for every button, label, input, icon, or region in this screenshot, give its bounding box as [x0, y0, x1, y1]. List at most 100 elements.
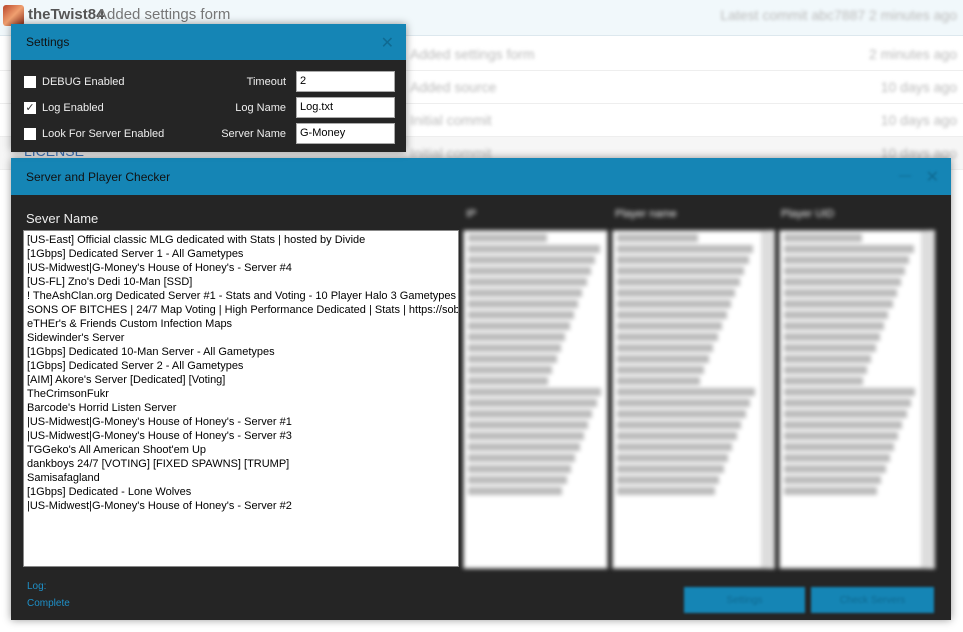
log-enabled-label: Log Enabled: [42, 102, 104, 114]
settings-button[interactable]: Settings: [684, 587, 805, 613]
close-icon[interactable]: ✕: [381, 33, 394, 53]
blurred-list-item: [784, 245, 914, 253]
player-uid-header: Player UID: [781, 208, 835, 220]
server-list-item[interactable]: eTHEr's & Friends Custom Infection Maps: [27, 317, 455, 331]
blurred-list-item: [617, 333, 718, 341]
blurred-list-item: [617, 476, 720, 484]
blurred-list-item: [784, 366, 868, 374]
blurred-list-item: [784, 289, 897, 297]
log-enabled-checkbox[interactable]: ✓: [24, 102, 36, 114]
look-for-server-label: Look For Server Enabled: [42, 128, 165, 140]
player-name-list[interactable]: [612, 230, 775, 569]
server-list-item[interactable]: [1Gbps] Dedicated Server 1 - All Gametyp…: [27, 247, 455, 261]
server-list-item[interactable]: Samisafagland: [27, 471, 455, 485]
blurred-list-item: [784, 256, 910, 264]
checker-window: Server and Player Checker — ✕ Sever Name…: [11, 158, 951, 620]
settings-window: Settings ✕ DEBUG Enabled ✓ Log Enabled L…: [11, 24, 406, 152]
server-list-item[interactable]: [US-FL] Zno's Dedi 10-Man [SSD]: [27, 275, 455, 289]
server-list-item[interactable]: Sidewinder's Server: [27, 331, 455, 345]
minimize-icon[interactable]: —: [899, 168, 911, 182]
player-name-header: Player name: [615, 208, 677, 220]
blurred-list-item: [617, 267, 745, 275]
blurred-list-item: [468, 410, 593, 418]
log-label: Log:: [27, 581, 47, 592]
blurred-list-item: [784, 377, 863, 385]
blurred-list-item: [784, 443, 894, 451]
server-name-label: Server Name: [221, 128, 286, 140]
server-list-item[interactable]: [1Gbps] Dedicated 10-Man Server - All Ga…: [27, 345, 455, 359]
blurred-list-item: [617, 344, 714, 352]
checker-title: Server and Player Checker: [26, 169, 171, 184]
blurred-list-item: [617, 487, 715, 495]
blurred-list-item: [617, 234, 699, 242]
blurred-list-item: [468, 377, 549, 385]
server-name-input[interactable]: G-Money: [296, 123, 395, 144]
blurred-list-item: [617, 289, 736, 297]
blurred-list-item: [784, 454, 890, 462]
blurred-list-item: [468, 234, 547, 242]
timeout-input[interactable]: 2: [296, 71, 395, 92]
blurred-list-item: [468, 267, 591, 275]
blurred-list-item: [784, 432, 899, 440]
server-list-item[interactable]: dankboys 24/7 [VOTING] [FIXED SPAWNS] [T…: [27, 457, 455, 471]
blurred-list-item: [784, 421, 903, 429]
blurred-list-item: [784, 333, 880, 341]
player-uid-list[interactable]: [779, 230, 935, 569]
blurred-list-item: [468, 322, 570, 330]
blurred-list-item: [617, 300, 731, 308]
blurred-list-item: [617, 432, 737, 440]
server-list-item[interactable]: TheCrimsonFukr: [27, 387, 455, 401]
check-servers-button[interactable]: Check Servers: [811, 587, 934, 613]
server-list-item[interactable]: TGGeko's All American Shoot'em Up: [27, 443, 455, 457]
blurred-list-item: [784, 399, 911, 407]
latest-commit: Latest commit abc7887 2 minutes ago: [720, 7, 957, 23]
server-list-item[interactable]: |US-Midwest|G-Money's House of Honey's -…: [27, 429, 455, 443]
blurred-list-item: [468, 432, 584, 440]
server-list-item[interactable]: |US-Midwest|G-Money's House of Honey's -…: [27, 261, 455, 275]
blurred-list-item: [784, 388, 916, 396]
server-list-item[interactable]: [1Gbps] Dedicated Server 2 - All Gametyp…: [27, 359, 455, 373]
blurred-list-item: [784, 267, 906, 275]
blurred-list-item: [784, 300, 893, 308]
blurred-list-item: [784, 234, 862, 242]
commit-message[interactable]: Added settings form: [97, 6, 230, 23]
close-icon[interactable]: ✕: [926, 167, 939, 187]
blurred-list-item: [617, 355, 709, 363]
blurred-list-item: [617, 245, 754, 253]
log-name-input[interactable]: Log.txt: [296, 97, 395, 118]
server-list-item[interactable]: ! TheAshClan.org Dedicated Server #1 - S…: [27, 289, 456, 303]
blurred-list-item: [784, 322, 885, 330]
checker-titlebar[interactable]: Server and Player Checker — ✕: [11, 158, 951, 195]
server-list-item[interactable]: [AIM] Akore's Server [Dedicated] [Voting…: [27, 373, 455, 387]
server-list-item[interactable]: |US-Midwest|G-Money's House of Honey's -…: [27, 415, 455, 429]
blurred-list-item: [617, 388, 755, 396]
blurred-list-item: [468, 388, 601, 396]
server-list-item[interactable]: SONS OF BITCHES | 24/7 Map Voting | High…: [27, 303, 458, 317]
blurred-list-item: [468, 278, 587, 286]
blurred-list-item: [468, 344, 561, 352]
avatar: [3, 5, 24, 26]
blurred-list-item: [617, 421, 742, 429]
server-list-item[interactable]: |US-Midwest|G-Money's House of Honey's -…: [27, 499, 455, 513]
blurred-list-item: [617, 399, 751, 407]
ip-list[interactable]: [463, 230, 608, 569]
blurred-list-item: [468, 245, 600, 253]
server-list[interactable]: [US-East] Official classic MLG dedicated…: [23, 230, 459, 567]
blurred-list-item: [784, 344, 876, 352]
blurred-list-item: [617, 465, 724, 473]
blurred-list-item: [617, 443, 733, 451]
server-list-item[interactable]: Barcode's Horrid Listen Server: [27, 401, 455, 415]
blurred-list-item: [617, 366, 705, 374]
blurred-list-item: [468, 399, 597, 407]
blurred-list-item: [468, 256, 596, 264]
settings-titlebar[interactable]: Settings ✕: [11, 24, 406, 60]
blurred-list-item: [468, 300, 579, 308]
server-list-item[interactable]: [1Gbps] Dedicated - Lone Wolves: [27, 485, 455, 499]
timeout-label: Timeout: [246, 76, 286, 88]
server-list-item[interactable]: [US-East] Official classic MLG dedicated…: [27, 233, 455, 247]
blurred-list-item: [784, 355, 872, 363]
blurred-list-item: [784, 311, 889, 319]
look-for-server-checkbox[interactable]: [24, 128, 36, 140]
commit-user[interactable]: theTwist84: [28, 6, 104, 23]
debug-checkbox[interactable]: [24, 76, 36, 88]
